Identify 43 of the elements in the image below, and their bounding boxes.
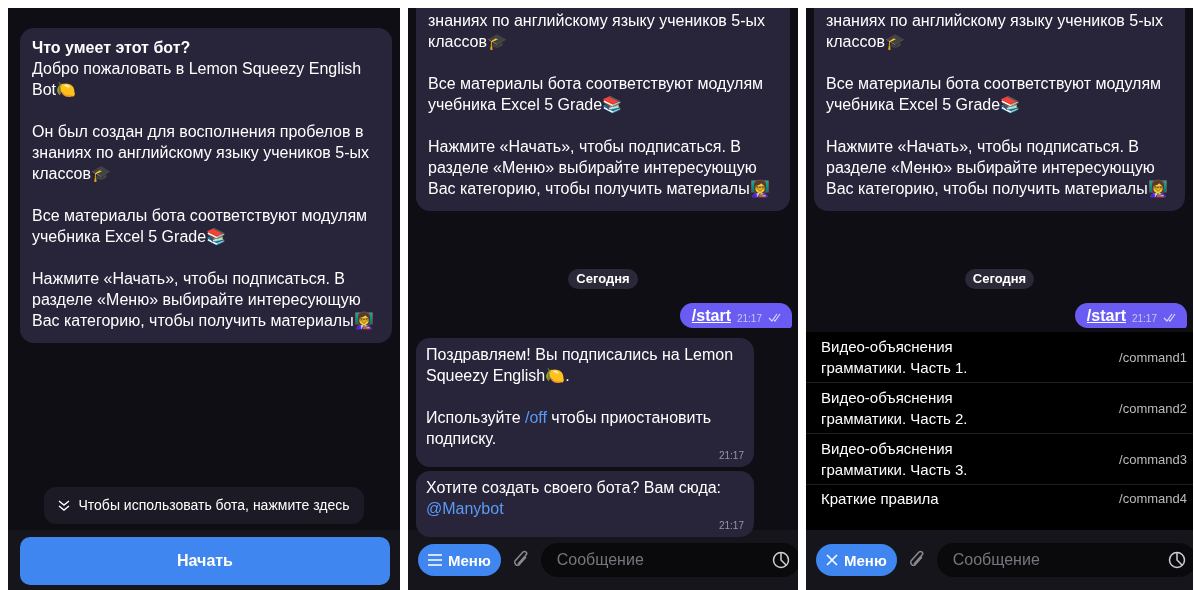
- bot-info-text: знаниях по английскому языку учеников 5-ых классов🎓: [826, 11, 1164, 52]
- hint-text: Чтобы использовать бота, нажмите здесь: [78, 496, 350, 515]
- hint-bubble[interactable]: Чтобы использовать бота, нажмите здесь: [44, 487, 364, 524]
- message-text: Хотите создать своего бота? Вам сюда: @Manybot: [426, 478, 723, 519]
- command-name: /command3: [1119, 450, 1187, 469]
- command-description: Видео-объяснения грамматики. Часть 1.: [821, 337, 969, 378]
- start-button[interactable]: Начать: [20, 536, 390, 585]
- bot-info-text: Он был создан для восполнения пробелов в знаниях по английскому языку учеников 5-ых классов🎓: [32, 122, 370, 184]
- command-item[interactable]: Краткие правила /command4: [806, 485, 1193, 509]
- message-link[interactable]: @Manybot: [426, 500, 504, 517]
- command-link[interactable]: /start: [691, 305, 731, 326]
- message-input[interactable]: Сообщение: [936, 543, 1193, 577]
- command-name: /command4: [1119, 490, 1187, 508]
- bot-info-text: знаниях по английскому языку учеников 5-ых классов🎓: [428, 11, 766, 52]
- message-time: 21:17: [1131, 312, 1157, 326]
- command-item[interactable]: Видео-объяснения грамматики. Часть 1. /command1: [806, 332, 1193, 383]
- bot-info-text: Все материалы бота соответствуют модулям учебника Excel 5 Grade📚: [826, 74, 1163, 115]
- message-time: 21:17: [736, 312, 762, 326]
- date-label: Сегодня: [964, 269, 1035, 289]
- message-text: Используйте /off чтобы приостановить подписку.: [426, 408, 713, 449]
- bot-info-text: Все материалы бота соответствуют модулям учебника Excel 5 Grade📚: [428, 74, 765, 115]
- bot-info-text: Нажмите «Начать», чтобы подписаться. В разделе «Меню» выбирайте интересующую Вас категорию, чтобы получить материалы👩‍🏫: [32, 269, 375, 331]
- bot-info-text: Все материалы бота соответствуют модулям учебника Excel 5 Grade📚: [32, 206, 369, 247]
- bot-info-text: Нажмите «Начать», чтобы подписаться. В разделе «Меню» выбирайте интересующую Вас категорию, чтобы получить материалы👩‍🏫: [428, 137, 771, 199]
- command-link[interactable]: /start: [1086, 305, 1126, 326]
- bot-info-title: Что умеет этот бот?: [32, 38, 192, 58]
- message-time: 21:17: [718, 449, 744, 463]
- command-description: Видео-объяснения грамматики. Часть 2.: [821, 388, 969, 429]
- command-item[interactable]: Видео-объяснения грамматики. Часть 2. /command2: [806, 383, 1193, 434]
- command-name: /command2: [1119, 399, 1187, 418]
- command-description: Видео-объяснения грамматики. Часть 3.: [821, 439, 969, 480]
- command-item[interactable]: Видео-объяснения грамматики. Часть 3. /command3: [806, 434, 1193, 485]
- bot-info-text: Нажмите «Начать», чтобы подписаться. В разделе «Меню» выбирайте интересующую Вас категорию, чтобы получить материалы👩‍🏫: [826, 137, 1169, 199]
- date-label: Сегодня: [568, 269, 638, 289]
- command-name: /command1: [1119, 348, 1187, 367]
- message-time: 21:17: [718, 519, 744, 533]
- bot-info-text: Добро пожаловать в Lemon Squeezy English Bot🍋: [32, 59, 363, 100]
- message-link[interactable]: /off: [524, 409, 547, 426]
- message-input[interactable]: Сообщение: [540, 543, 798, 577]
- command-description: Краткие правила: [821, 489, 940, 509]
- menu-button[interactable]: Меню: [816, 544, 897, 576]
- menu-button[interactable]: Меню: [418, 544, 501, 576]
- message-text: Поздравляем! Вы подписались на Lemon Squeezy English🍋.: [426, 345, 735, 386]
